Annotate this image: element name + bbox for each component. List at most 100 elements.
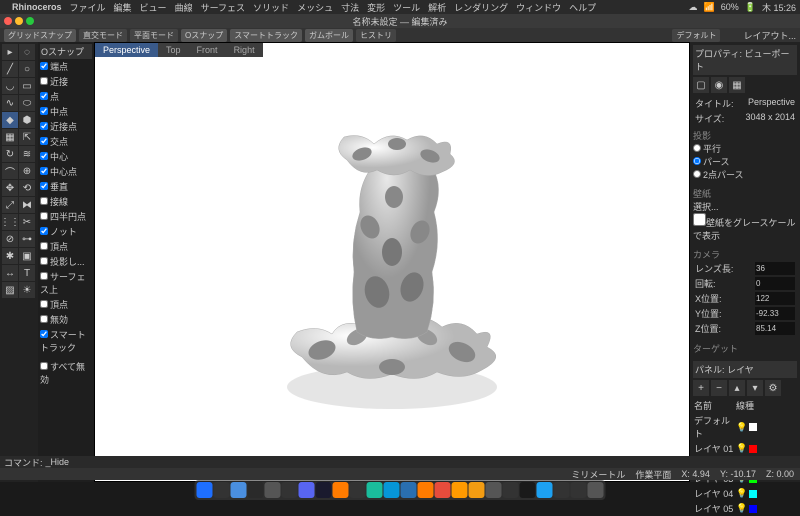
layer-row[interactable]: デフォルト💡 bbox=[693, 413, 797, 441]
group-tool[interactable]: ▣ bbox=[19, 248, 35, 264]
split-tool[interactable]: ⊘ bbox=[2, 231, 18, 247]
wallpaper-select[interactable]: 選択... bbox=[693, 200, 797, 213]
solid-tool[interactable]: ⬢ bbox=[19, 112, 35, 128]
dock-app-19[interactable] bbox=[520, 482, 536, 498]
boolean-tool[interactable]: ⊕ bbox=[19, 163, 35, 179]
gumball-toggle[interactable]: ガムボール bbox=[305, 29, 353, 42]
proj-perspective[interactable]: パース bbox=[693, 157, 730, 167]
hatch-tool[interactable]: ▨ bbox=[2, 282, 18, 298]
circle-tool[interactable]: ○ bbox=[19, 61, 35, 77]
command-bar[interactable]: コマンド: _Hide bbox=[0, 456, 800, 468]
osnap-cenpt[interactable]: 中心点 bbox=[40, 164, 92, 179]
dock-app-17[interactable] bbox=[486, 482, 502, 498]
gridsnap-toggle[interactable]: グリッドスナップ bbox=[4, 29, 76, 42]
layer-filter-icon[interactable]: ⚙ bbox=[765, 380, 781, 396]
menu-analyze[interactable]: 解析 bbox=[428, 1, 446, 14]
dock-app-18[interactable] bbox=[503, 482, 519, 498]
lasso-tool[interactable]: ◌ bbox=[19, 44, 35, 60]
dock-app-20[interactable] bbox=[537, 482, 553, 498]
smarttrack-toggle[interactable]: スマートトラック bbox=[230, 29, 302, 42]
layer-color-swatch[interactable] bbox=[749, 490, 757, 498]
layer-new-icon[interactable]: + bbox=[693, 380, 709, 396]
osnap-int[interactable]: 交点 bbox=[40, 134, 92, 149]
osnap-toggle[interactable]: Oスナップ bbox=[181, 29, 227, 42]
menu-window[interactable]: ウィンドウ bbox=[516, 1, 561, 14]
menu-edit[interactable]: 編集 bbox=[114, 1, 132, 14]
close-window[interactable] bbox=[4, 17, 12, 25]
extrude-tool[interactable]: ⇱ bbox=[19, 129, 35, 145]
osnap-smarttrack[interactable]: スマートトラック bbox=[40, 327, 92, 355]
arc-tool[interactable]: ◡ bbox=[2, 78, 18, 94]
zoom-window[interactable] bbox=[26, 17, 34, 25]
explode-tool[interactable]: ✱ bbox=[2, 248, 18, 264]
dock-app-7[interactable] bbox=[316, 482, 332, 498]
join-tool[interactable]: ⊶ bbox=[19, 231, 35, 247]
dock-app-23[interactable] bbox=[588, 482, 604, 498]
menu-tools[interactable]: ツール bbox=[393, 1, 420, 14]
menu-curve[interactable]: 曲線 bbox=[175, 1, 193, 14]
layer-row[interactable]: レイヤ 04💡 bbox=[693, 486, 797, 501]
osnap-knot[interactable]: ノット bbox=[40, 224, 92, 239]
viewport[interactable]: Perspective Top Front Right bbox=[94, 42, 690, 482]
osnap-quad[interactable]: 四半円点 bbox=[40, 209, 92, 224]
dock-app-6[interactable] bbox=[299, 482, 315, 498]
osnap-onsurf[interactable]: サーフェス上 bbox=[40, 269, 92, 297]
tab-perspective[interactable]: Perspective bbox=[95, 43, 158, 57]
dock-app-13[interactable] bbox=[418, 482, 434, 498]
tab-front[interactable]: Front bbox=[189, 43, 226, 57]
move-tool[interactable]: ✥ bbox=[2, 180, 18, 196]
osnap-disable[interactable]: 無効 bbox=[40, 312, 92, 327]
osnap-project[interactable]: 投影し... bbox=[40, 254, 92, 269]
dock-app-0[interactable] bbox=[197, 482, 213, 498]
wallpaper-gray[interactable]: 壁紙をグレースケールで表示 bbox=[693, 218, 796, 241]
dock-app-8[interactable] bbox=[333, 482, 349, 498]
trim-tool[interactable]: ✂ bbox=[19, 214, 35, 230]
tab-top[interactable]: Top bbox=[158, 43, 189, 57]
bulb-icon[interactable]: 💡 bbox=[736, 503, 747, 514]
surface-tool[interactable]: ◆ bbox=[2, 112, 18, 128]
menu-dimension[interactable]: 寸法 bbox=[341, 1, 359, 14]
rot-input[interactable] bbox=[755, 277, 795, 290]
mesh-tool[interactable]: ▦ bbox=[2, 129, 18, 145]
dock-app-3[interactable] bbox=[248, 482, 264, 498]
layer-color-swatch[interactable] bbox=[749, 423, 757, 431]
dock-app-15[interactable] bbox=[452, 482, 468, 498]
camx-input[interactable] bbox=[755, 292, 795, 305]
menu-view[interactable]: ビュー bbox=[140, 1, 167, 14]
dock-app-11[interactable] bbox=[384, 482, 400, 498]
proj-2pt[interactable]: 2点パース bbox=[693, 170, 744, 180]
dock-app-14[interactable] bbox=[435, 482, 451, 498]
layer-color-swatch[interactable] bbox=[749, 505, 757, 513]
cloud-icon[interactable]: ☁ bbox=[689, 2, 698, 13]
dock-app-5[interactable] bbox=[282, 482, 298, 498]
dock-app-4[interactable] bbox=[265, 482, 281, 498]
render-tool[interactable]: ☀ bbox=[19, 282, 35, 298]
clock[interactable]: 木 15:26 bbox=[762, 1, 796, 14]
layer-up-icon[interactable]: ▴ bbox=[729, 380, 745, 396]
pointer-tool[interactable]: ▸ bbox=[2, 44, 18, 60]
minimize-window[interactable] bbox=[15, 17, 23, 25]
layout-label[interactable]: レイアウト... bbox=[743, 29, 796, 42]
layer-row[interactable]: レイヤ 01💡 bbox=[693, 441, 797, 456]
menu-file[interactable]: ファイル bbox=[70, 1, 106, 14]
curve-tool[interactable]: ∿ bbox=[2, 95, 18, 111]
scale-tool[interactable]: ⤢ bbox=[2, 197, 18, 213]
dock-app-1[interactable] bbox=[214, 482, 230, 498]
osnap-end[interactable]: 端点 bbox=[40, 59, 92, 74]
osnap-mid[interactable]: 中点 bbox=[40, 104, 92, 119]
bulb-icon[interactable]: 💡 bbox=[736, 443, 747, 454]
dock-app-22[interactable] bbox=[571, 482, 587, 498]
revolve-tool[interactable]: ↻ bbox=[2, 146, 18, 162]
layer-row[interactable]: レイヤ 05💡 bbox=[693, 501, 797, 516]
bulb-icon[interactable]: 💡 bbox=[736, 488, 747, 499]
menu-help[interactable]: ヘルプ bbox=[569, 1, 596, 14]
layer-color-swatch[interactable] bbox=[749, 445, 757, 453]
menu-render[interactable]: レンダリング bbox=[454, 1, 508, 14]
lens-input[interactable] bbox=[755, 262, 795, 275]
dock-app-2[interactable] bbox=[231, 482, 247, 498]
osnap-perp[interactable]: 垂直 bbox=[40, 179, 92, 194]
osnap-all-disable[interactable]: すべて無効 bbox=[40, 359, 92, 387]
dock-app-21[interactable] bbox=[554, 482, 570, 498]
planar-toggle[interactable]: 平面モード bbox=[130, 29, 178, 42]
mirror-tool[interactable]: ⧓ bbox=[19, 197, 35, 213]
